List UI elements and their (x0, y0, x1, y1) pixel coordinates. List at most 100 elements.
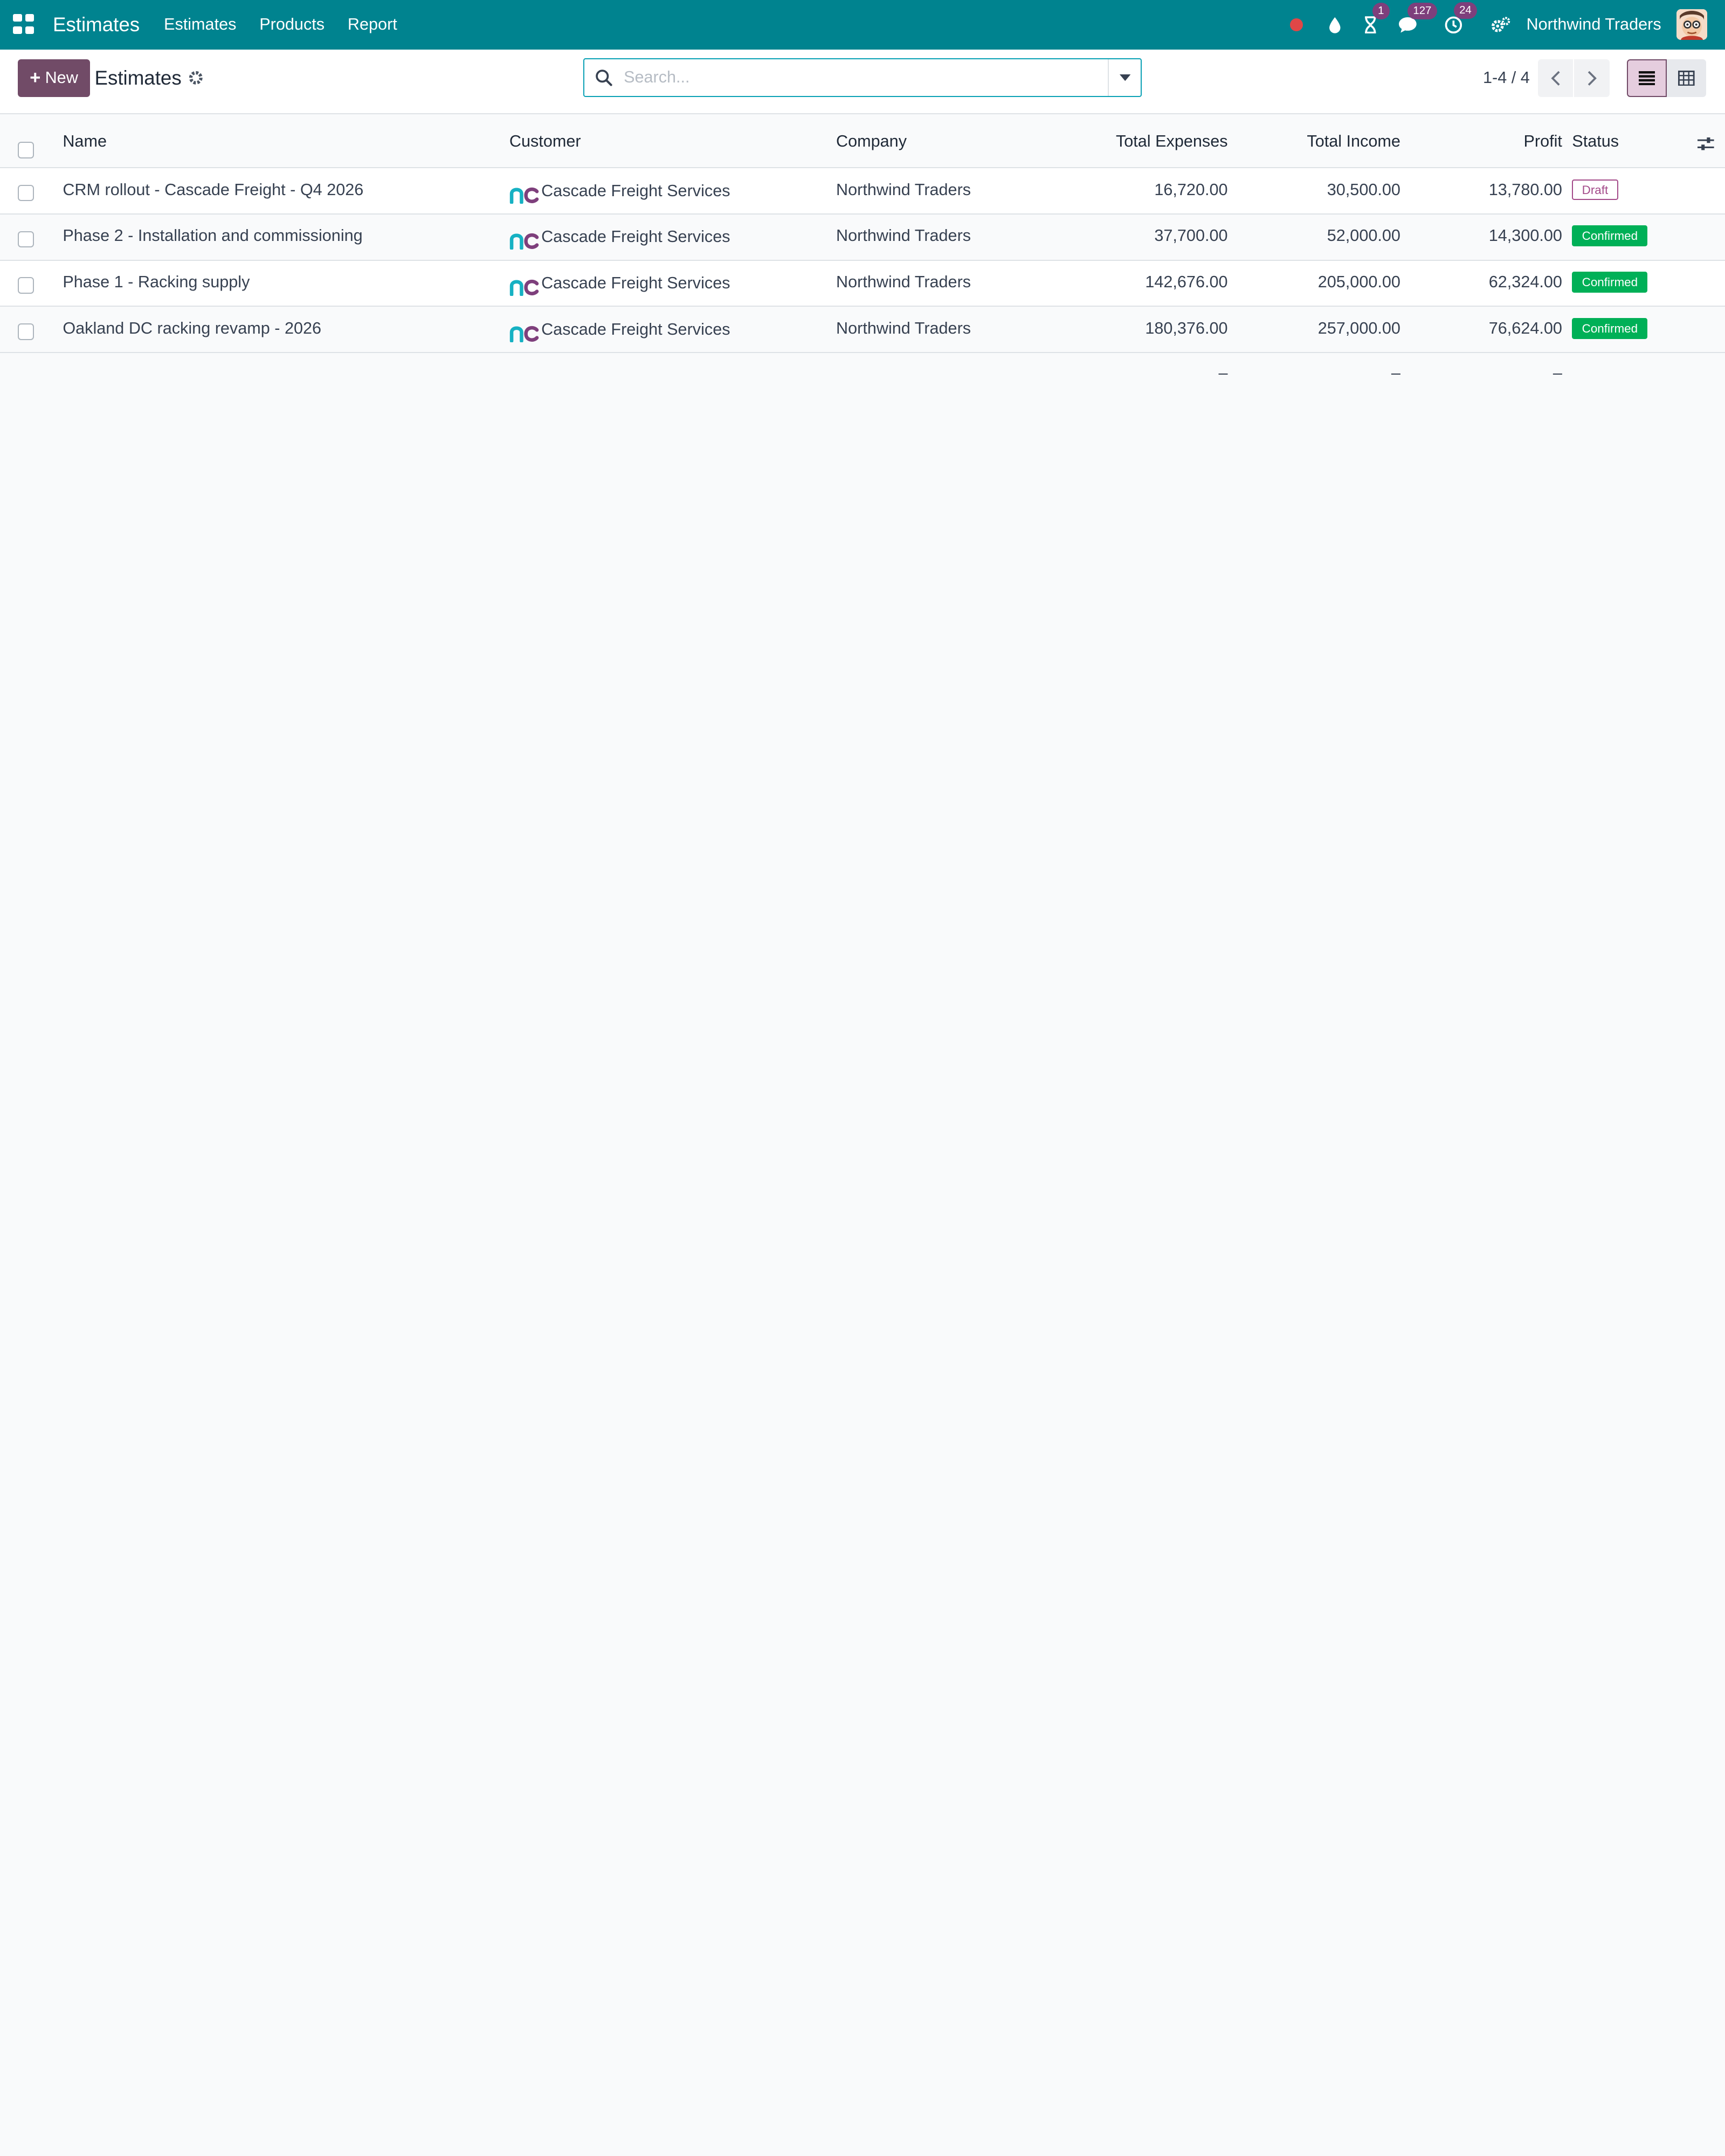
hourglass-icon (1364, 16, 1376, 34)
app-menu-grid-icon[interactable] (13, 13, 35, 36)
systray: 1 127 24 Northwind Traders (1289, 0, 1725, 50)
row-profit: 62,324.00 (1488, 273, 1562, 292)
menu-products[interactable]: Products (259, 15, 325, 34)
row-customer: Cascade Freight Services (541, 181, 730, 200)
row-checkbox[interactable] (17, 277, 34, 294)
chevron-right-icon (1588, 71, 1597, 86)
recording-indicator[interactable] (1289, 18, 1308, 32)
row-total-expenses: 37,700.00 (1154, 226, 1228, 245)
row-customer: Cascade Freight Services (541, 227, 730, 246)
row-total-income: 257,000.00 (1317, 319, 1400, 337)
settings-button[interactable] (1491, 16, 1511, 34)
app-title[interactable]: Estimates (53, 13, 140, 36)
table-grid-icon (1678, 70, 1695, 86)
list-icon (1638, 71, 1655, 86)
table-row[interactable]: Oakland DC racking revamp - 2026 Cascade… (0, 307, 1725, 354)
chevron-left-icon (1550, 71, 1560, 86)
company-switcher[interactable]: Northwind Traders (1527, 15, 1661, 34)
status-badge: Confirmed (1572, 225, 1648, 247)
search-input[interactable] (624, 59, 1108, 96)
customer-logo-icon (509, 233, 539, 250)
menu-report[interactable]: Report (348, 15, 397, 34)
drop-icon (1329, 17, 1341, 33)
header-total-income[interactable]: Total Income (1307, 132, 1400, 151)
total-profit-sum: – (1552, 364, 1562, 383)
row-total-income: 52,000.00 (1327, 226, 1400, 245)
header-company[interactable]: Company (836, 132, 907, 151)
row-name: Oakland DC racking revamp - 2026 (63, 319, 322, 337)
row-company: Northwind Traders (836, 319, 971, 337)
row-total-expenses: 180,376.00 (1145, 319, 1228, 337)
row-total-income: 30,500.00 (1327, 180, 1400, 199)
customer-logo-icon (509, 280, 539, 296)
new-button[interactable]: + New (17, 59, 91, 97)
activity-button[interactable]: 1 (1363, 3, 1390, 34)
header-total-expenses[interactable]: Total Expenses (1116, 132, 1228, 151)
row-total-income: 205,000.00 (1317, 273, 1400, 292)
user-avatar[interactable] (1676, 9, 1708, 40)
row-name: CRM rollout - Cascade Freight - Q4 2026 (63, 180, 364, 199)
table-row[interactable]: Phase 2 - Installation and commissioning… (0, 214, 1725, 261)
menu-estimates[interactable]: Estimates (164, 15, 236, 34)
avatar-face-icon (1676, 9, 1708, 40)
sliders-icon (1697, 137, 1714, 150)
row-name: Phase 2 - Installation and commissioning (63, 226, 363, 245)
pivot-view-button[interactable] (1666, 59, 1707, 97)
status-badge: Confirmed (1572, 317, 1648, 339)
header-name[interactable]: Name (63, 132, 107, 151)
gears-icon (1492, 17, 1510, 32)
status-badge: Draft (1572, 179, 1618, 201)
activity-badge: 1 (1372, 3, 1390, 19)
customer-logo-icon (509, 187, 539, 204)
record-dot-icon (1289, 18, 1303, 32)
top-navbar: Estimates Estimates Products Report 1 12… (0, 0, 1725, 50)
row-checkbox[interactable] (17, 231, 34, 248)
estimates-list: Name Customer Company Total Expenses Tot… (0, 114, 1725, 397)
search-options-toggle[interactable] (1108, 59, 1141, 96)
row-customer: Cascade Freight Services (541, 274, 730, 293)
new-button-label: New (45, 68, 78, 87)
header-profit[interactable]: Profit (1523, 132, 1562, 151)
header-status[interactable]: Status (1572, 132, 1619, 151)
row-total-expenses: 16,720.00 (1154, 180, 1228, 199)
plus-icon: + (30, 67, 41, 88)
page-title: Estimates (94, 67, 182, 89)
messages-button[interactable]: 127 (1398, 3, 1437, 34)
search-icon (596, 69, 612, 86)
optional-columns-button[interactable] (1697, 135, 1714, 156)
messages-badge: 127 (1407, 3, 1437, 19)
gear-icon (189, 71, 203, 85)
customer-logo-icon (509, 326, 539, 342)
row-company: Northwind Traders (836, 180, 971, 199)
row-customer: Cascade Freight Services (541, 320, 730, 338)
caret-down-icon (1119, 74, 1130, 81)
actions-gear-button[interactable] (188, 70, 204, 90)
header-customer[interactable]: Customer (509, 132, 581, 151)
drop-icon-button[interactable] (1327, 16, 1343, 34)
row-checkbox[interactable] (17, 323, 34, 340)
app-root: Estimates Estimates Products Report 1 12… (0, 0, 1725, 1078)
row-name: Phase 1 - Racking supply (63, 273, 250, 292)
table-row[interactable]: Phase 1 - Racking supply Cascade Freight… (0, 260, 1725, 307)
list-view-button[interactable] (1627, 59, 1667, 97)
total-expenses-sum: – (1218, 364, 1228, 383)
row-profit: 14,300.00 (1488, 226, 1562, 245)
search-bar (583, 58, 1142, 97)
clock-badge: 24 (1453, 2, 1477, 19)
total-income-sum: – (1391, 364, 1400, 383)
totals-row: – – – (0, 353, 1725, 397)
clock-button[interactable]: 24 (1444, 2, 1477, 34)
pager-next-button[interactable] (1574, 59, 1610, 97)
row-profit: 76,624.00 (1488, 319, 1562, 337)
table-header: Name Customer Company Total Expenses Tot… (0, 114, 1725, 169)
row-total-expenses: 142,676.00 (1145, 273, 1228, 292)
pager-value[interactable]: 1-4 / 4 (1483, 68, 1530, 87)
control-panel: + New Estimates 1-4 / 4 (0, 49, 1725, 115)
row-profit: 13,780.00 (1488, 180, 1562, 199)
select-all-checkbox[interactable] (17, 142, 34, 158)
table-row[interactable]: CRM rollout - Cascade Freight - Q4 2026 … (0, 168, 1725, 215)
pager-previous-button[interactable] (1538, 59, 1574, 97)
row-checkbox[interactable] (17, 184, 34, 202)
status-badge: Confirmed (1572, 272, 1648, 293)
row-company: Northwind Traders (836, 273, 971, 292)
